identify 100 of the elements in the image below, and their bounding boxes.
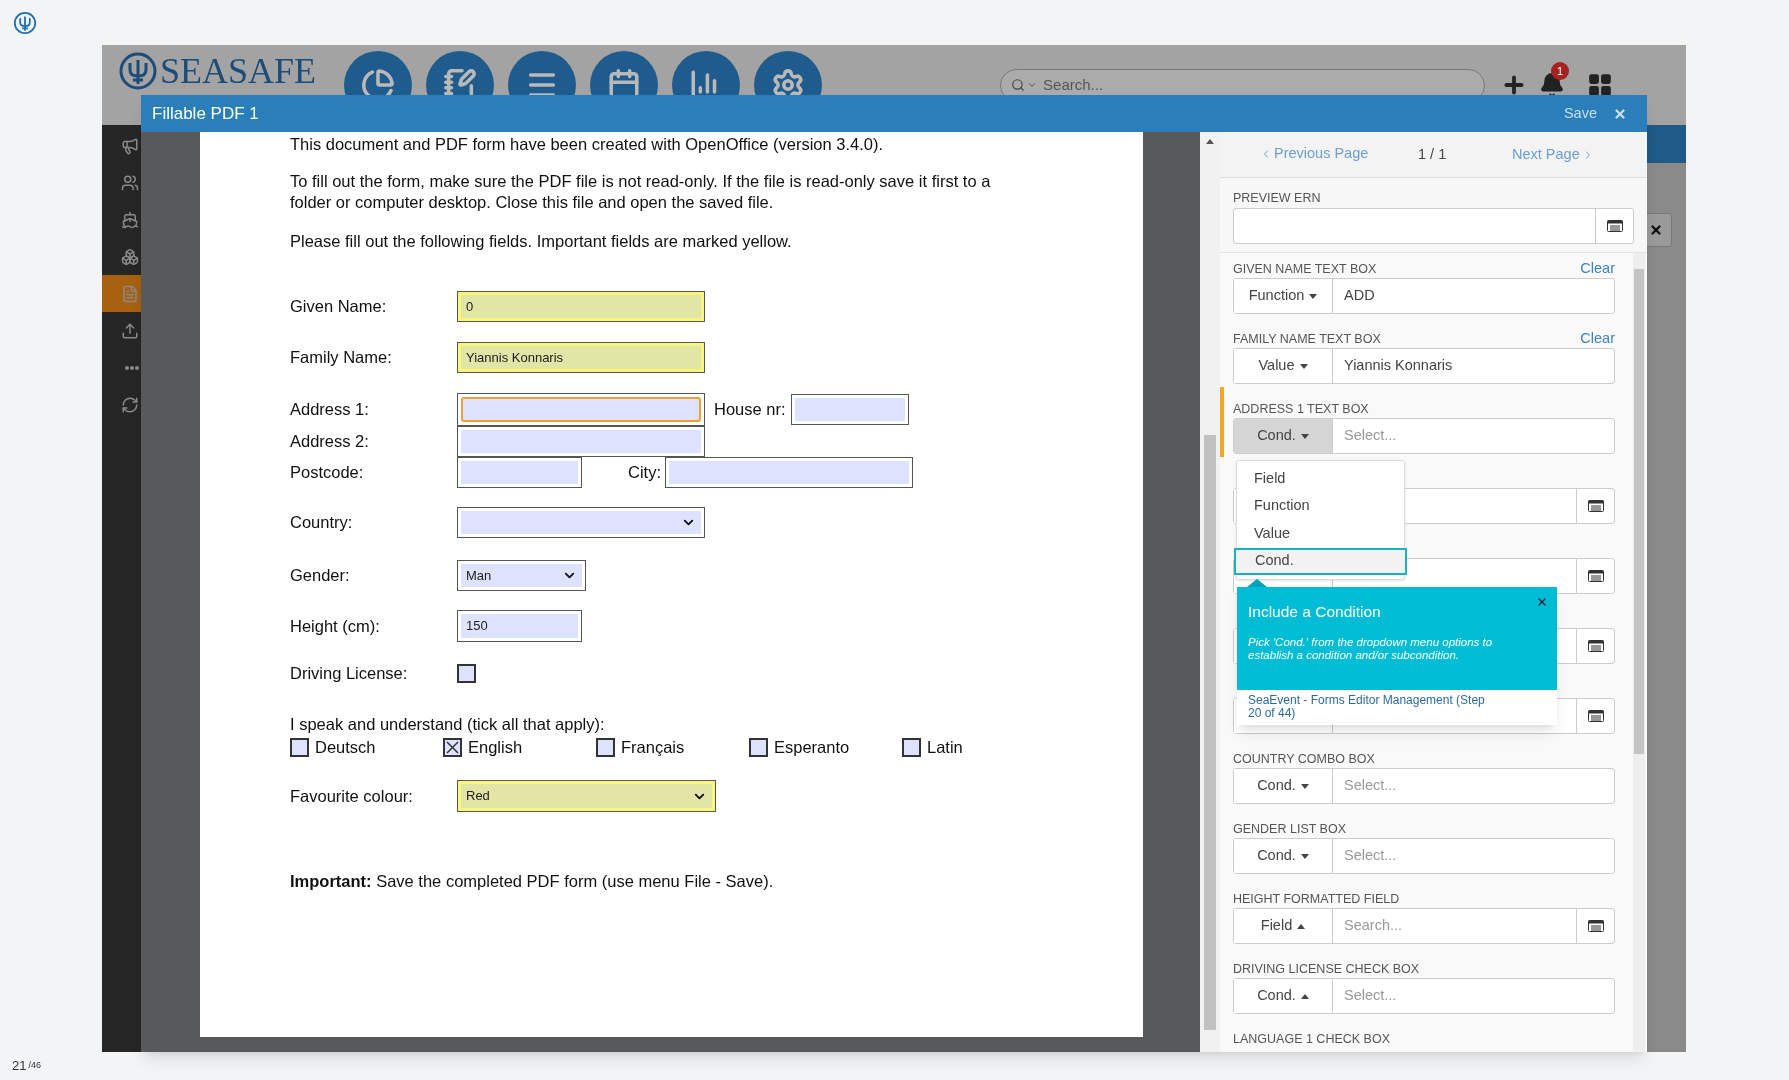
mode-dropdown[interactable]: Cond.	[1234, 839, 1333, 873]
field-label: City:	[628, 463, 661, 482]
chevron-down-icon	[1027, 80, 1038, 90]
mapping-label: HEIGHT FORMATTED FIELD	[1233, 891, 1400, 907]
mode-dropdown[interactable]: Function	[1234, 279, 1333, 313]
scrollbar-thumb[interactable]	[1634, 269, 1644, 754]
checkbox[interactable]	[443, 737, 462, 757]
mode-dropdown[interactable]: Value	[1234, 349, 1333, 383]
field-label: Country:	[290, 513, 353, 532]
field-label: Driving License:	[290, 663, 408, 682]
text-field[interactable]	[665, 457, 913, 488]
boxes-icon	[121, 247, 139, 266]
tooltip-title: Include a Condition	[1248, 602, 1382, 622]
ship-icon	[121, 210, 139, 229]
intro-paragraph: This document and PDF form have been created with OpenOffice (version 3.4.0).	[290, 134, 885, 155]
field-label: Address 2:	[290, 432, 369, 451]
checkbox[interactable]	[596, 737, 615, 757]
field-label: PREVIEW ERN	[1233, 189, 1321, 207]
menu-item[interactable]: Function	[1237, 492, 1404, 520]
field-label: Gender:	[290, 566, 350, 585]
refresh-icon	[121, 395, 139, 414]
text-field[interactable]	[457, 457, 582, 488]
slide-total: /46	[28, 1059, 41, 1073]
scroll-up-icon[interactable]	[1206, 139, 1214, 144]
select-field[interactable]: Red	[457, 780, 716, 812]
mapping-label: LANGUAGE 1 CHECK BOX	[1233, 1031, 1390, 1047]
notification-badge: 1	[1551, 62, 1570, 80]
mapping-label: GENDER LIST BOX	[1233, 821, 1346, 837]
tour-step-link[interactable]: SeaEvent - Forms Editor Management (Step 20 of 44)	[1248, 694, 1546, 720]
text-field[interactable]	[790, 394, 909, 425]
select-field[interactable]	[457, 507, 705, 538]
clear-link[interactable]: Clear	[1580, 329, 1615, 347]
modal-title: Fillable PDF 1	[152, 102, 260, 125]
text-field[interactable]: 0	[457, 291, 705, 322]
mode-dropdown[interactable]: Field	[1234, 909, 1333, 943]
checkbox-label: Deutsch	[315, 736, 376, 758]
intro-paragraph: Please fill out the following fields. Important fields are marked yellow.	[290, 231, 793, 252]
mapping-label: FAMILY NAME TEXT BOX	[1233, 331, 1381, 347]
document-icon	[121, 284, 139, 303]
preview-ern-field[interactable]	[1233, 208, 1634, 244]
text-field[interactable]	[457, 426, 705, 457]
tooltip-arrow	[1247, 579, 1267, 587]
upload-icon	[121, 321, 139, 340]
scrollbar[interactable]	[1633, 253, 1645, 1052]
checkbox-label: Français	[621, 736, 685, 758]
mapping-label: COUNTRY COMBO BOX	[1233, 751, 1375, 767]
clear-link[interactable]: Clear	[1580, 259, 1615, 277]
text-field[interactable]	[457, 393, 705, 426]
checkbox-label: English	[468, 736, 523, 758]
mode-dropdown[interactable]: Cond.	[1234, 769, 1333, 803]
checkbox[interactable]	[902, 737, 921, 757]
search-icon	[1011, 78, 1026, 92]
grid-icon[interactable]	[1587, 72, 1614, 98]
field-label: Family Name:	[290, 348, 392, 367]
logo-icon	[118, 51, 158, 91]
ellipsis-icon	[125, 365, 139, 370]
field-label: House nr:	[714, 400, 786, 419]
tooltip-body: Pick 'Cond.' from the dropdown menu options to establish a condition and/or subcondition.	[1248, 636, 1494, 662]
active-marker	[1220, 387, 1224, 457]
header-bar	[1647, 125, 1686, 163]
close-icon[interactable]	[1536, 596, 1548, 608]
checkbox-label: Latin	[927, 736, 963, 758]
users-icon	[121, 173, 139, 192]
list-icon	[1587, 500, 1604, 512]
page-position: 1 / 1	[1418, 145, 1447, 162]
menu-item[interactable]: Cond.	[1234, 547, 1407, 575]
checkbox[interactable]	[749, 737, 768, 757]
question-text: I speak and understand (tick all that apply):	[290, 715, 605, 733]
list-icon	[1587, 710, 1604, 722]
close-icon[interactable]	[1648, 223, 1663, 237]
text-field[interactable]: 150	[457, 610, 582, 642]
field-label: Postcode:	[290, 463, 364, 482]
slide-number: 21	[12, 1057, 27, 1076]
mode-dropdown[interactable]: Cond.	[1234, 419, 1333, 453]
mapping-label: DRIVING LICENSE CHECK BOX	[1233, 961, 1420, 977]
select-field[interactable]: Man	[457, 560, 586, 591]
cross-icon	[446, 740, 459, 754]
value-input[interactable]: Yiannis Konnaris	[1333, 349, 1614, 383]
list-icon	[1587, 570, 1604, 582]
field-label: Favourite colour:	[290, 786, 413, 805]
field-label: Given Name:	[290, 297, 387, 316]
mode-dropdown[interactable]: Cond.	[1234, 979, 1333, 1013]
field-label: Address 1:	[290, 400, 369, 419]
intro-paragraph: To fill out the form, make sure the PDF file is not read-only. If the file is read-only save it first to a folder or computer desktop. Close this file and open the saved file.	[290, 171, 992, 213]
logo-icon	[13, 10, 37, 35]
value-input[interactable]: ADD	[1333, 279, 1614, 313]
menu-item[interactable]: Field	[1237, 465, 1404, 493]
checkbox-label: Esperanto	[774, 736, 850, 758]
checkbox[interactable]	[457, 663, 476, 683]
close-icon[interactable]	[1613, 106, 1627, 121]
checkbox[interactable]	[290, 737, 309, 757]
megaphone-icon	[121, 136, 139, 155]
mapping-label: GIVEN NAME TEXT BOX	[1233, 261, 1377, 277]
text-field[interactable]: Yiannis Konnaris	[457, 342, 705, 373]
scrollbar-thumb[interactable]	[1204, 435, 1216, 1030]
menu-item[interactable]: Value	[1237, 520, 1404, 548]
scrollbar[interactable]	[1200, 132, 1220, 1052]
list-icon	[1587, 920, 1604, 932]
logo-text: SEASAFE	[160, 51, 317, 91]
field-label: Height (cm):	[290, 616, 380, 635]
